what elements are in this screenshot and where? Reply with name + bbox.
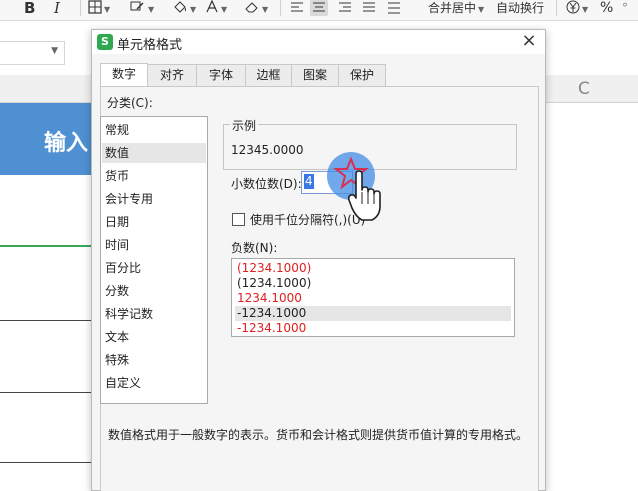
dialog-titlebar[interactable]: S 单元格格式 × [92,30,545,54]
negative-format-item[interactable]: (1234.1000) [235,261,511,276]
font-color-button[interactable]: ▼ [205,0,227,18]
category-item-percentage[interactable]: 百分比 [102,258,206,278]
toolbar-divider [80,0,81,16]
negative-format-item[interactable]: -1234.1000 [235,306,511,321]
category-item-fraction[interactable]: 分数 [102,281,206,301]
thousands-separator-checkbox[interactable] [232,213,245,226]
align-right-button[interactable] [336,0,354,16]
ribbon-toolbar: B I ▼ ▼ ▼ ▼ ▼ 合并居中 ▼ 自动换行 ▼ % ° [0,0,638,21]
chevron-down-icon: ▼ [51,46,58,56]
wps-app-icon: S [97,34,113,50]
bold-button[interactable]: B [24,0,35,18]
toolbar-divider [280,0,281,16]
tab-border[interactable]: 边框 [245,64,292,86]
merge-center-label: 合并居中 [428,1,477,15]
tab-protection[interactable]: 保护 [338,64,386,86]
fill-style-button[interactable]: ▼ [130,0,154,18]
percent-button[interactable]: % [600,0,613,18]
tab-alignment[interactable]: 对齐 [147,64,197,86]
category-item-scientific[interactable]: 科学记数 [102,304,206,324]
yuan-icon [566,0,580,14]
paint-bucket-icon [174,1,186,13]
close-icon: × [521,30,537,51]
border-icon [88,0,102,14]
sample-value: 12345.0000 [231,143,304,157]
align-center-button[interactable] [310,0,328,16]
align-center-icon [313,2,325,12]
category-item-accounting[interactable]: 会计专用 [102,189,206,209]
font-color-icon [206,0,218,13]
name-box[interactable]: ▼ [0,41,65,65]
sample-label: 示例 [230,117,259,134]
tab-pattern[interactable]: 图案 [291,64,339,86]
category-item-currency[interactable]: 货币 [102,166,206,186]
wrap-text-button[interactable]: 自动换行 [496,0,544,18]
category-label: 分类(C): [107,96,153,110]
toolbar-divider [556,0,557,16]
negative-numbers-label: 负数(N): [231,241,278,255]
tab-number[interactable]: 数字 [100,63,148,87]
category-item-custom[interactable]: 自定义 [102,373,206,393]
align-left-icon [291,2,303,12]
format-description: 数值格式用于一般数字的表示。货币和会计格式则提供货币值计算的专用格式。 [108,428,529,442]
category-item-number[interactable]: 数值 [102,143,206,163]
negative-format-item[interactable]: 1234.1000 [235,291,511,306]
category-item-text[interactable]: 文本 [102,327,206,347]
align-right-icon [339,2,351,12]
dialog-title: 单元格格式 [117,38,183,53]
align-left-button[interactable] [288,0,306,16]
format-brush-icon [130,1,144,11]
comma-style-button[interactable]: ° [622,0,628,18]
fill-color-button[interactable]: ▼ [172,0,196,18]
justify-button[interactable] [360,0,378,16]
negative-numbers-list[interactable]: (1234.1000) (1234.1000) 1234.1000 -1234.… [231,258,515,337]
category-item-date[interactable]: 日期 [102,212,206,232]
header-cell-text: 输入 [44,131,89,156]
close-button[interactable]: × [519,31,539,51]
justify-icon [363,2,375,12]
merge-center-button[interactable]: 合并居中 ▼ [428,0,484,18]
currency-button[interactable]: ▼ [566,0,588,18]
tab-font[interactable]: 字体 [196,64,246,86]
category-item-general[interactable]: 常规 [102,120,206,140]
column-header-c[interactable]: C [578,79,590,99]
negative-format-item[interactable]: -1234.1000 [235,321,511,336]
hand-pointer-icon [348,170,381,221]
eraser-icon [245,2,258,13]
border-button[interactable]: ▼ [88,0,110,18]
category-list[interactable]: 常规 数值 货币 会计专用 日期 时间 百分比 分数 科学记数 文本 特殊 自定… [100,116,208,404]
clear-button[interactable]: ▼ [244,0,268,18]
category-item-special[interactable]: 特殊 [102,350,206,370]
category-item-time[interactable]: 时间 [102,235,206,255]
negative-format-item[interactable]: (1234.1000) [235,276,511,291]
distributed-align-button[interactable] [385,0,403,16]
format-cells-dialog: S 单元格格式 × 数字 对齐 字体 边框 图案 保护 分类(C): 常规 数值… [91,29,546,491]
decimal-places-value[interactable]: 4 [304,174,314,189]
decimal-places-label: 小数位数(D): [231,177,302,191]
italic-button[interactable]: I [54,0,60,18]
distributed-align-icon [388,2,400,14]
